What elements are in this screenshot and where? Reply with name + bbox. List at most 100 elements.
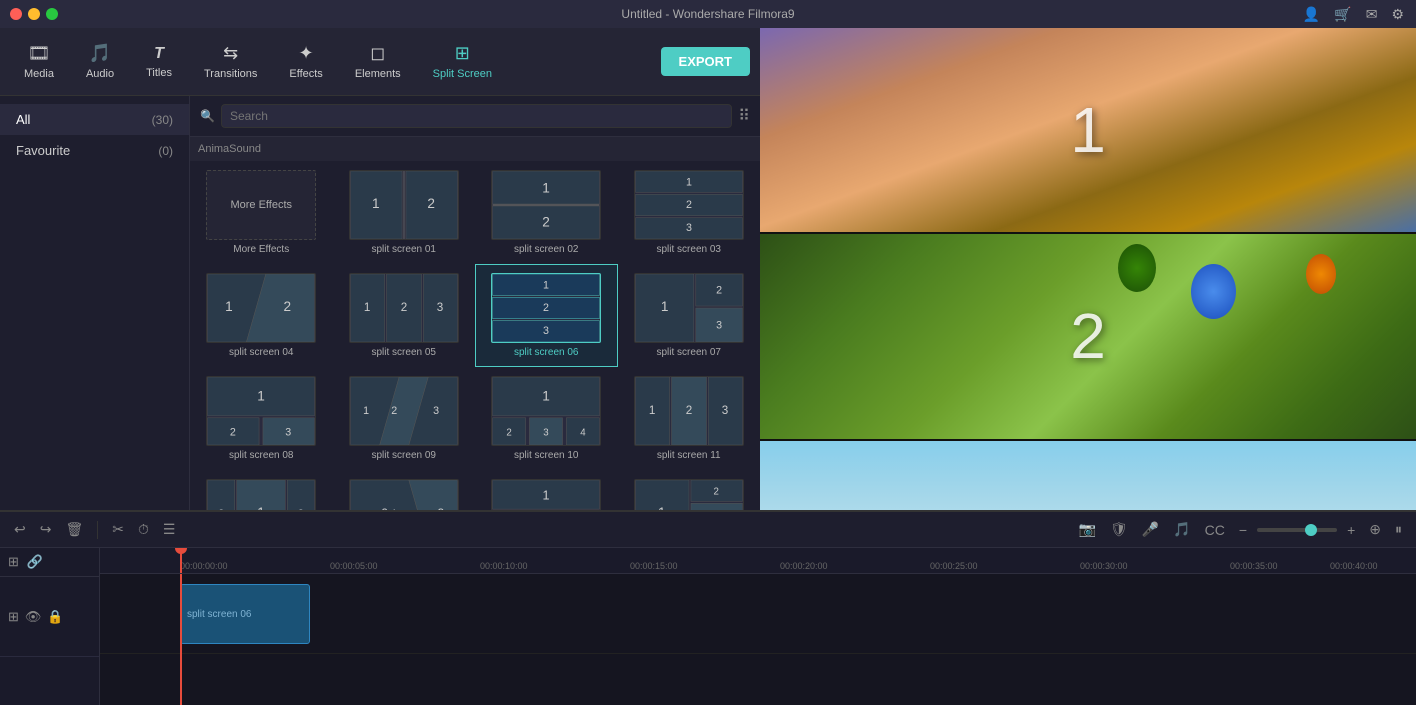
eye-icon[interactable]: 👁 — [25, 609, 42, 625]
split-02-label: split screen 02 — [514, 244, 578, 255]
grid-item-split-04[interactable]: 1 2 split screen 04 — [190, 264, 333, 367]
track-control-row: ⊞ 👁 🔒 — [0, 577, 99, 657]
svg-text:1: 1 — [363, 405, 369, 417]
timeline-clip[interactable]: split screen 06 — [180, 584, 310, 644]
balloon-2 — [1191, 264, 1236, 319]
grid-item-more-effects[interactable]: More Effects More Effects — [190, 161, 333, 264]
add-track-icon[interactable]: ⊕ — [1365, 519, 1385, 540]
svg-text:3: 3 — [543, 325, 549, 337]
grid-item-split-05[interactable]: 1 2 3 split screen 05 — [333, 264, 476, 367]
cart-icon[interactable]: 🛒 — [1334, 6, 1351, 23]
user-icon[interactable]: 👤 — [1303, 6, 1320, 23]
lock-icon[interactable]: 🔒 — [47, 609, 63, 625]
grid-item-split-02[interactable]: 1 2 split screen 02 — [475, 161, 618, 264]
grid-item-split-08[interactable]: 1 2 3 split screen 08 — [190, 367, 333, 470]
svg-text:2: 2 — [507, 427, 512, 438]
sidebar-item-all-count: (30) — [152, 113, 173, 127]
sidebar-item-favourite[interactable]: Favourite (0) — [0, 135, 189, 166]
grid-item-split-03[interactable]: 1 2 3 split screen 03 — [618, 161, 761, 264]
balloon-3 — [1118, 244, 1156, 292]
svg-text:3: 3 — [433, 405, 439, 417]
mic-icon[interactable]: 🎤 — [1138, 519, 1163, 540]
delete-icon[interactable]: 🗑 — [61, 519, 87, 540]
sidebar-item-fav-label: Favourite — [16, 143, 70, 158]
search-icon: 🔍 — [200, 109, 215, 123]
grid-item-split-10[interactable]: 1 2 3 4 split screen 10 — [475, 367, 618, 470]
window-title: Untitled - Wondershare Filmora9 — [621, 7, 794, 21]
zoom-slider[interactable] — [1257, 528, 1337, 532]
split-06-label: split screen 06 — [514, 347, 578, 358]
zoom-in-icon[interactable]: + — [1343, 520, 1359, 540]
toolbar-item-elements[interactable]: ◻ Elements — [341, 37, 415, 86]
settings2-icon[interactable]: ☰ — [159, 519, 180, 540]
shield-icon[interactable]: 🛡 — [1106, 519, 1132, 540]
grid-item-split-11[interactable]: 1 2 3 split screen 11 — [618, 367, 761, 470]
split-03-thumb: 1 2 3 — [634, 170, 744, 240]
toolbar-item-audio[interactable]: 🎵 Audio — [72, 37, 128, 86]
undo-icon[interactable]: ↩ — [10, 519, 30, 540]
svg-text:2: 2 — [284, 299, 292, 314]
playhead — [180, 548, 182, 573]
svg-text:1: 1 — [257, 388, 265, 403]
split-04-thumb: 1 2 — [206, 273, 316, 343]
svg-text:2: 2 — [713, 487, 718, 498]
track-row-1: split screen 06 — [100, 574, 1416, 654]
section-header: AnimaSound — [190, 137, 760, 161]
titles-icon: T — [154, 45, 164, 63]
export-button[interactable]: EXPORT — [661, 47, 750, 76]
settings-icon[interactable]: ⚙ — [1391, 6, 1404, 23]
toolbar-item-titles[interactable]: T Titles — [132, 39, 186, 85]
timeline-ruler: 00:00:00:00 00:00:05:00 00:00:10:00 00:0… — [100, 548, 1416, 574]
svg-text:1: 1 — [661, 299, 669, 314]
add-media-icon[interactable]: ⊞ — [8, 554, 19, 570]
titlebar-icons: 👤 🛒 ✉ ⚙ — [1303, 6, 1404, 23]
toolbar-item-media[interactable]: 🎞 Media — [10, 37, 68, 86]
grid-icon[interactable]: ⊞ — [8, 609, 19, 625]
zoom-out-icon[interactable]: − — [1235, 520, 1251, 540]
split-06-thumb: 1 2 3 — [491, 273, 601, 343]
split-07-thumb: 1 2 3 — [634, 273, 744, 343]
svg-text:2: 2 — [686, 199, 692, 211]
cut-icon[interactable]: ✂ — [108, 519, 128, 540]
sidebar-item-all[interactable]: All (30) — [0, 104, 189, 135]
grid-item-split-07[interactable]: 1 2 3 split screen 07 — [618, 264, 761, 367]
split-03-label: split screen 03 — [657, 244, 721, 255]
timeline-area: ⊞ 🔗 ⊞ 👁 🔒 00:00:00:00 00:00:05:0 — [0, 548, 1416, 705]
svg-text:1: 1 — [225, 299, 233, 314]
grid-item-split-01[interactable]: 1 2 split screen 01 — [333, 161, 476, 264]
grid-item-split-09[interactable]: 1 2 3 split screen 09 — [333, 367, 476, 470]
maximize-button[interactable] — [46, 8, 58, 20]
grid-options-icon[interactable]: ⠿ — [738, 106, 750, 126]
timer-icon[interactable]: ⏱ — [134, 519, 153, 540]
toolbar-item-split-screen[interactable]: ⊞ Split Screen — [419, 37, 506, 86]
grid-item-split-06[interactable]: 1 2 3 split screen 06 — [475, 264, 618, 367]
split-05-label: split screen 05 — [372, 347, 436, 358]
svg-text:2: 2 — [543, 302, 549, 314]
more-effects-label: More Effects — [233, 244, 289, 255]
timeline-main: 00:00:00:00 00:00:05:00 00:00:10:00 00:0… — [100, 548, 1416, 705]
subtitle-icon[interactable]: CC — [1201, 520, 1229, 540]
sidebar-item-fav-count: (0) — [158, 144, 173, 158]
pause-all-icon[interactable]: ⏸ — [1391, 519, 1406, 540]
svg-text:1: 1 — [372, 196, 380, 211]
search-input[interactable] — [221, 104, 732, 128]
svg-text:3: 3 — [686, 222, 692, 234]
camera2-icon[interactable]: 📷 — [1075, 519, 1100, 540]
svg-text:1: 1 — [542, 388, 550, 403]
search-bar: 🔍 ⠿ — [190, 96, 760, 137]
music-icon[interactable]: 🎵 — [1169, 519, 1194, 540]
svg-text:2: 2 — [401, 301, 407, 314]
minimize-button[interactable] — [28, 8, 40, 20]
toolbar-item-transitions[interactable]: ⇆ Transitions — [190, 37, 271, 86]
redo-icon[interactable]: ↪ — [36, 519, 56, 540]
link-icon[interactable]: 🔗 — [27, 554, 43, 570]
effects-icon: ✦ — [299, 43, 314, 64]
timeline-playhead — [180, 574, 182, 705]
ruler-mark-5: 00:00:25:00 — [930, 561, 978, 571]
svg-text:1: 1 — [364, 301, 370, 314]
mail-icon[interactable]: ✉ — [1366, 6, 1378, 23]
zoom-thumb — [1305, 524, 1317, 536]
toolbar-item-effects[interactable]: ✦ Effects — [275, 37, 336, 86]
svg-text:1: 1 — [543, 488, 550, 502]
close-button[interactable] — [10, 8, 22, 20]
